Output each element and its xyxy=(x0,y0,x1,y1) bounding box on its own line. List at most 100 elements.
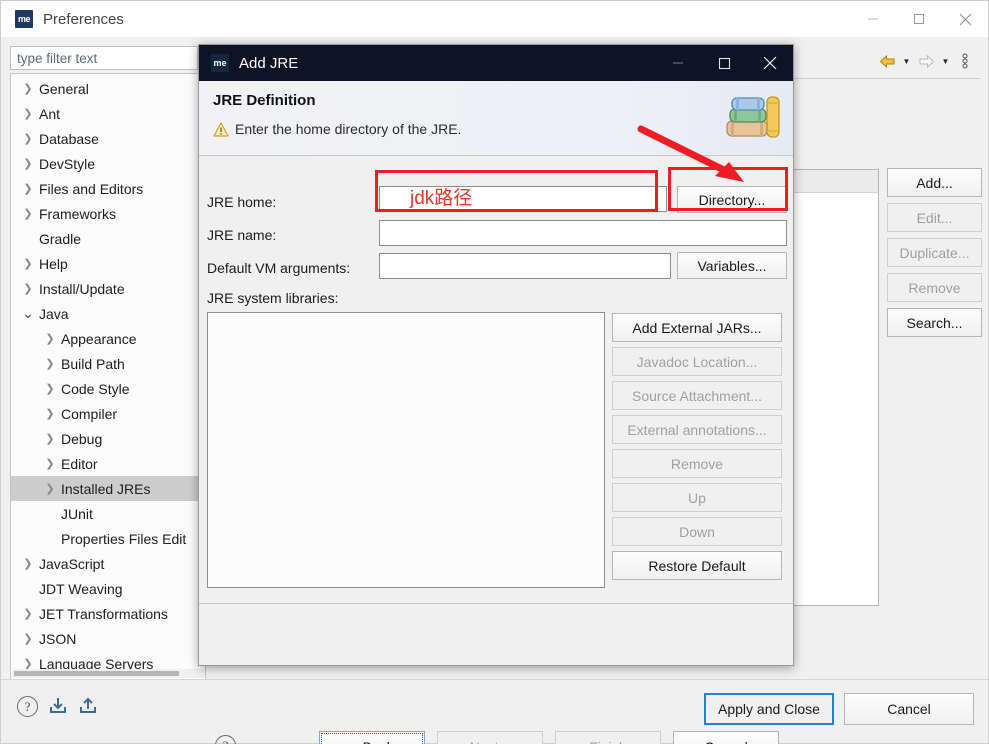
sidebar-item-build-path[interactable]: ❯ Build Path xyxy=(11,351,205,376)
forward-arrow-icon[interactable] xyxy=(915,49,937,73)
dialog-footer-divider xyxy=(199,603,793,604)
chevron-right-icon[interactable]: ❯ xyxy=(19,632,37,645)
back-dropdown-icon[interactable]: ▼ xyxy=(900,49,913,73)
back-arrow-icon[interactable] xyxy=(876,49,898,73)
sidebar-item-label: Help xyxy=(39,255,68,272)
view-menu-icon[interactable] xyxy=(954,49,976,73)
page-title: Preferences xyxy=(43,10,124,28)
jre-name-input[interactable] xyxy=(379,220,787,246)
sidebar-item-frameworks[interactable]: ❯ Frameworks xyxy=(11,201,205,226)
sidebar-item-json[interactable]: ❯ JSON xyxy=(11,626,205,651)
import-preferences-icon[interactable] xyxy=(48,696,68,717)
footer-icons: ? xyxy=(17,696,98,717)
add-button[interactable]: Add... xyxy=(887,168,982,197)
jre-action-buttons: Add... Edit... Duplicate... Remove Search... xyxy=(887,168,982,337)
chevron-right-icon[interactable]: ❯ xyxy=(19,132,37,145)
search-input[interactable] xyxy=(10,46,198,70)
forward-dropdown-icon[interactable]: ▼ xyxy=(939,49,952,73)
filter-row xyxy=(10,46,198,70)
chevron-right-icon[interactable]: ❯ xyxy=(41,457,59,470)
chevron-right-icon[interactable]: ❯ xyxy=(41,407,59,420)
variables-button-label: Variables... xyxy=(697,257,767,274)
jre-home-label: JRE home: xyxy=(207,194,277,210)
chevron-right-icon[interactable]: ❯ xyxy=(19,282,37,295)
chevron-right-icon[interactable]: ❯ xyxy=(19,607,37,620)
down-button: Down xyxy=(612,517,782,546)
chevron-right-icon[interactable]: ❯ xyxy=(19,182,37,195)
sidebar-item-javascript[interactable]: ❯ JavaScript xyxy=(11,551,205,576)
help-icon[interactable]: ? xyxy=(215,735,236,744)
variables-button[interactable]: Variables... xyxy=(677,252,787,279)
sidebar-item-label: JSON xyxy=(39,630,77,647)
sidebar-item-appearance[interactable]: ❯ Appearance xyxy=(11,326,205,351)
chevron-right-icon[interactable]: ❯ xyxy=(19,107,37,120)
maximize-icon[interactable] xyxy=(701,45,747,81)
jre-system-libraries-label: JRE system libraries: xyxy=(207,290,339,306)
directory-button[interactable]: Directory... xyxy=(677,186,787,213)
tree-item-content: ❯ Ant xyxy=(11,106,60,122)
sidebar-item-properties-files-edit[interactable]: Properties Files Edit xyxy=(11,526,205,551)
chevron-down-icon[interactable]: ⌄ xyxy=(19,305,37,322)
close-icon[interactable] xyxy=(747,45,793,81)
restore-default-button[interactable]: Restore Default xyxy=(612,551,782,580)
chevron-right-icon[interactable]: ❯ xyxy=(41,382,59,395)
tree-horizontal-scrollbar[interactable] xyxy=(12,669,205,678)
sidebar-item-database[interactable]: ❯ Database xyxy=(11,126,205,151)
search-button[interactable]: Search... xyxy=(887,308,982,337)
sidebar-item-label: Gradle xyxy=(39,230,82,247)
tree-item-content: ❯ DevStyle xyxy=(11,156,95,172)
chevron-right-icon[interactable]: ❯ xyxy=(19,257,37,270)
tree-item-content: ❯ Editor xyxy=(11,456,97,472)
jre-system-libraries-list[interactable] xyxy=(207,312,605,588)
sidebar-item-code-style[interactable]: ❯ Code Style xyxy=(11,376,205,401)
sidebar-item-install-update[interactable]: ❯ Install/Update xyxy=(11,276,205,301)
help-icon[interactable]: ? xyxy=(17,696,38,717)
dialog-heading: JRE Definition xyxy=(213,92,316,109)
tree-item-content: ❯ Files and Editors xyxy=(11,181,143,197)
sidebar-item-gradle[interactable]: Gradle xyxy=(11,226,205,251)
sidebar-item-java[interactable]: ⌄ Java xyxy=(11,301,205,326)
tree-item-content: JDT Weaving xyxy=(11,581,123,597)
cancel-button[interactable]: Cancel xyxy=(673,731,779,744)
library-action-buttons: Add External JARs... Javadoc Location... S… xyxy=(612,313,782,580)
chevron-right-icon[interactable]: ❯ xyxy=(19,82,37,95)
sidebar-item-compiler[interactable]: ❯ Compiler xyxy=(11,401,205,426)
minimize-icon[interactable] xyxy=(850,1,896,37)
export-preferences-icon[interactable] xyxy=(78,696,98,717)
sidebar-item-general[interactable]: ❯ General xyxy=(11,76,205,101)
sidebar-item-label: Java xyxy=(39,305,69,322)
scrollbar-thumb[interactable] xyxy=(14,671,179,676)
chevron-right-icon[interactable]: ❯ xyxy=(41,332,59,345)
chevron-right-icon[interactable]: ❯ xyxy=(41,482,59,495)
tree-item-content: ❯ Build Path xyxy=(11,356,124,372)
tree-item-content: Properties Files Edit xyxy=(11,531,186,547)
sidebar-item-debug[interactable]: ❯ Debug xyxy=(11,426,205,451)
vm-arguments-input[interactable] xyxy=(379,253,671,279)
sidebar-item-installed-jres[interactable]: ❯ Installed JREs xyxy=(11,476,205,501)
add-external-jars-button[interactable]: Add External JARs... xyxy=(612,313,782,342)
cancel-button[interactable]: Cancel xyxy=(844,693,974,725)
maximize-icon[interactable] xyxy=(896,1,942,37)
jre-home-input[interactable]: jdk路径 xyxy=(379,186,667,212)
sidebar-item-devstyle[interactable]: ❯ DevStyle xyxy=(11,151,205,176)
dialog-window-controls xyxy=(655,45,793,81)
warning-icon xyxy=(213,122,229,140)
preferences-tree[interactable]: ❯ General ❯ Ant ❯ Database ❯ DevStyle ❯ Files and… xyxy=(10,73,206,680)
chevron-right-icon[interactable]: ❯ xyxy=(19,207,37,220)
sidebar-item-editor[interactable]: ❯ Editor xyxy=(11,451,205,476)
chevron-right-icon[interactable]: ❯ xyxy=(19,157,37,170)
sidebar-item-jdt-weaving[interactable]: JDT Weaving xyxy=(11,576,205,601)
sidebar-item-junit[interactable]: JUnit xyxy=(11,501,205,526)
sidebar-item-files-and-editors[interactable]: ❯ Files and Editors xyxy=(11,176,205,201)
sidebar-item-jet-transformations[interactable]: ❯ JET Transformations xyxy=(11,601,205,626)
dialog-message: Enter the home directory of the JRE. xyxy=(235,121,462,137)
sidebar-item-ant[interactable]: ❯ Ant xyxy=(11,101,205,126)
close-icon[interactable] xyxy=(942,1,988,37)
back-button[interactable]: < Back xyxy=(319,731,425,744)
sidebar-item-help[interactable]: ❯ Help xyxy=(11,251,205,276)
chevron-right-icon[interactable]: ❯ xyxy=(41,432,59,445)
minimize-icon[interactable] xyxy=(655,45,701,81)
chevron-right-icon[interactable]: ❯ xyxy=(19,557,37,570)
jre-home-value: jdk路径 xyxy=(410,188,473,209)
chevron-right-icon[interactable]: ❯ xyxy=(41,357,59,370)
